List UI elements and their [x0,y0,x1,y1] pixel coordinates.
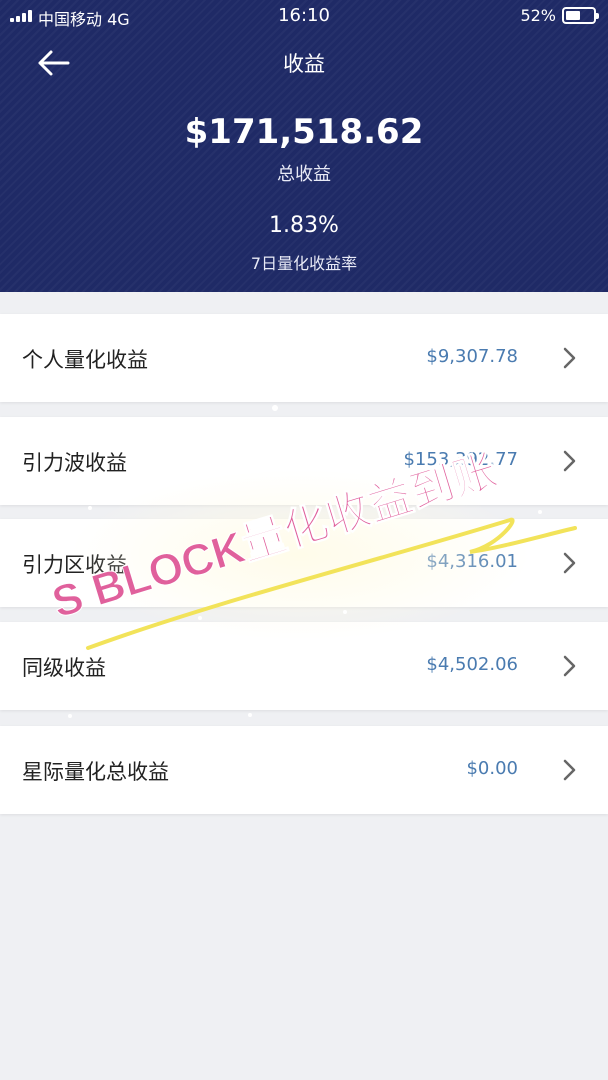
header: 中国移动 4G 16:10 52% 收益 $171,518.62 总收益 1.8… [0,0,608,292]
battery-icon [562,7,599,24]
chevron-right-icon [563,552,576,574]
row-label: 引力区收益 [22,553,127,577]
status-bar: 中国移动 4G 16:10 52% [0,0,608,32]
earnings-row-peer[interactable]: 同级收益 $4,502.06 [0,622,608,710]
total-earnings-label: 总收益 [277,164,331,185]
page-title: 收益 [283,52,325,76]
row-label: 个人量化收益 [22,348,148,372]
earnings-row-interstellar[interactable]: 星际量化总收益 $0.00 [0,726,608,814]
row-value: $0.00 [466,758,518,779]
row-value: $4,502.06 [426,654,518,675]
clock: 16:10 [278,5,330,26]
row-value: $9,307.78 [426,346,518,367]
earnings-row-gravity-zone[interactable]: 引力区收益 $4,316.01 [0,519,608,607]
battery-fill [566,11,580,20]
row-label: 引力波收益 [22,451,127,475]
chevron-right-icon [563,759,576,781]
chevron-right-icon [563,655,576,677]
row-value: $4,316.01 [426,551,518,572]
seven-day-rate-label: 7日量化收益率 [250,254,358,273]
total-earnings-amount: $171,518.62 [184,112,424,152]
chevron-right-icon [563,347,576,369]
chevron-right-icon [563,450,576,472]
seven-day-rate: 1.83% [269,213,339,238]
battery-percentage: 52% [520,6,556,25]
earnings-row-gravity-wave[interactable]: 引力波收益 $153,392.77 [0,417,608,505]
row-label: 同级收益 [22,656,106,680]
row-value: $153,392.77 [403,449,518,470]
earnings-row-personal[interactable]: 个人量化收益 $9,307.78 [0,314,608,402]
row-label: 星际量化总收益 [22,760,169,784]
